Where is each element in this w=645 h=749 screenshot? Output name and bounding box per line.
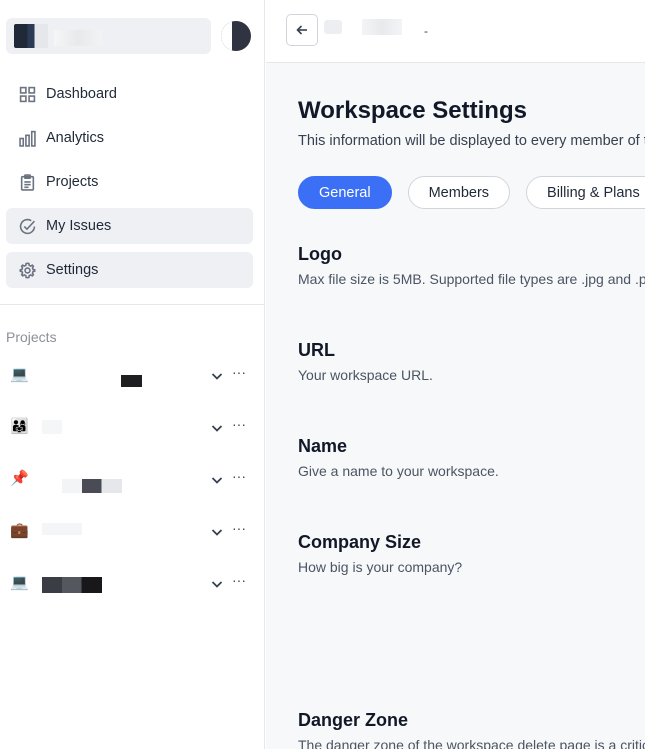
section-title: Name <box>298 436 348 456</box>
workspace-header <box>6 18 255 54</box>
briefcase-icon: 💼 <box>10 522 29 539</box>
grid-icon <box>6 76 46 112</box>
project-name-redacted <box>121 375 142 387</box>
nav-item-projects[interactable]: Projects <box>6 164 253 200</box>
section-description: How big is your company? <box>298 559 463 575</box>
workspace-switcher[interactable] <box>6 18 211 54</box>
project-item[interactable]: 💼 ··· <box>6 514 256 566</box>
back-button[interactable] <box>286 14 318 46</box>
name-section: Name Give a name to your workspace. <box>298 436 499 479</box>
project-name-redacted <box>42 577 102 593</box>
nav-label: Settings <box>46 262 99 278</box>
more-options-icon[interactable]: ··· <box>232 416 246 432</box>
family-icon: 👨‍👩‍👧 <box>10 418 29 435</box>
section-description: Your workspace URL. <box>298 367 433 383</box>
bar-chart-icon <box>6 120 46 156</box>
project-item[interactable]: 📌 ··· <box>6 462 256 514</box>
danger-zone-section: Danger Zone The danger zone of the works… <box>298 710 645 749</box>
project-item[interactable]: 💻 ··· <box>6 566 256 618</box>
tab-members[interactable]: Members <box>407 176 511 209</box>
more-options-icon[interactable]: ··· <box>232 520 246 536</box>
top-bar: - <box>266 0 645 63</box>
chevron-down-icon[interactable] <box>210 421 224 435</box>
workspace-logo <box>14 24 48 48</box>
section-description: The danger zone of the workspace delete … <box>298 737 645 749</box>
section-title: Company Size <box>298 532 422 552</box>
url-section: URL Your workspace URL. <box>298 340 433 383</box>
breadcrumb-icon-redacted <box>324 20 342 34</box>
section-title: Danger Zone <box>298 710 409 730</box>
chevron-down-icon[interactable] <box>210 369 224 383</box>
main-nav: Dashboard Analytics Projects My Issues S… <box>6 76 253 296</box>
check-circle-icon <box>6 208 46 244</box>
more-options-icon[interactable]: ··· <box>232 572 246 588</box>
nav-item-my-issues[interactable]: My Issues <box>6 208 253 244</box>
project-name-redacted <box>62 479 122 493</box>
project-name-redacted <box>42 420 62 434</box>
nav-label: Dashboard <box>46 86 117 102</box>
section-title: URL <box>298 340 335 360</box>
tab-general[interactable]: General <box>298 176 392 209</box>
projects-heading: Projects <box>6 329 57 345</box>
settings-content: Workspace Settings This information will… <box>266 63 645 749</box>
laptop-icon: 💻 <box>10 366 29 383</box>
page-subtitle: This information will be displayed to ev… <box>298 133 645 149</box>
breadcrumb-separator: - <box>424 24 428 38</box>
nav-label: Projects <box>46 174 99 190</box>
chevron-down-icon[interactable] <box>210 525 224 539</box>
project-list: 💻 ··· 👨‍👩‍👧 ··· 📌 ··· 💼 ··· 💻 <box>6 358 256 618</box>
arrow-left-icon <box>296 25 307 35</box>
laptop-icon: 💻 <box>10 574 29 591</box>
nav-item-dashboard[interactable]: Dashboard <box>6 76 253 112</box>
gear-icon <box>6 252 46 288</box>
settings-tabs: General Members Billing & Plans <box>298 176 645 209</box>
sidebar-divider <box>0 304 265 305</box>
more-options-icon[interactable]: ··· <box>232 468 246 484</box>
project-item[interactable]: 💻 ··· <box>6 358 256 410</box>
nav-label: My Issues <box>46 218 112 234</box>
user-avatar[interactable] <box>221 21 251 51</box>
clipboard-icon <box>6 164 46 200</box>
sidebar: Dashboard Analytics Projects My Issues S… <box>0 0 265 749</box>
page-title: Workspace Settings <box>298 97 527 124</box>
nav-label: Analytics <box>46 130 105 146</box>
pushpin-icon: 📌 <box>10 470 29 487</box>
nav-item-analytics[interactable]: Analytics <box>6 120 253 156</box>
tab-billing-plans[interactable]: Billing & Plans <box>526 176 645 209</box>
project-name-redacted <box>42 523 82 535</box>
section-description: Max file size is 5MB. Supported file typ… <box>298 271 645 287</box>
nav-item-settings[interactable]: Settings <box>6 252 253 288</box>
breadcrumb-redacted[interactable] <box>362 19 402 35</box>
section-description: Give a name to your workspace. <box>298 463 499 479</box>
chevron-down-icon[interactable] <box>210 473 224 487</box>
logo-section: Logo Max file size is 5MB. Supported fil… <box>298 244 645 287</box>
more-options-icon[interactable]: ··· <box>232 364 246 380</box>
section-title: Logo <box>298 244 342 264</box>
project-item[interactable]: 👨‍👩‍👧 ··· <box>6 410 256 462</box>
company-size-section: Company Size How big is your company? <box>298 532 462 575</box>
workspace-name-redacted <box>54 30 102 46</box>
chevron-down-icon[interactable] <box>210 577 224 591</box>
